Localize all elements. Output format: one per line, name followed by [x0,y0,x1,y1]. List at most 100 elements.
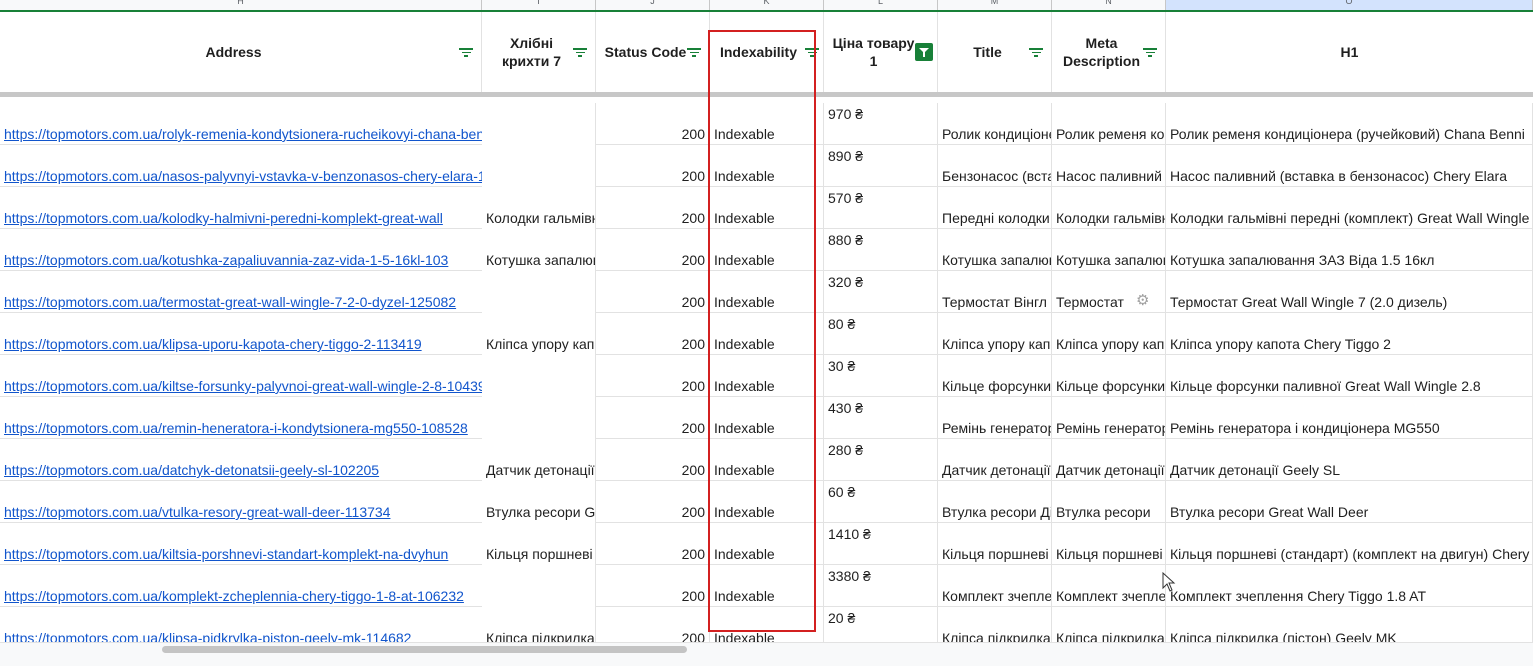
status-code-cell[interactable]: 200 [596,355,710,397]
breadcrumbs-cell[interactable] [482,103,596,145]
indexability-cell[interactable]: Indexable [710,607,824,642]
indexability-cell[interactable]: Indexable [710,523,824,565]
price-cell[interactable]: 30 ₴ [824,355,938,397]
column-letter-m[interactable]: M [938,0,1052,10]
h1-cell[interactable]: Насос паливний (вставка в бензонасос) Ch… [1166,145,1533,187]
address-cell-text[interactable]: https://topmotors.com.ua/kotushka-zapali… [4,252,448,268]
address-cell-text[interactable]: https://topmotors.com.ua/nasos-palyvnyi-… [4,168,525,184]
column-letter-k[interactable]: K [710,0,824,10]
address-cell-text[interactable]: https://topmotors.com.ua/remin-henerator… [4,420,468,436]
title-cell[interactable]: Котушка запалювання [938,229,1052,271]
h1-cell[interactable]: Кліпса підкрилка (пістон) Geely MK [1166,607,1533,642]
filter-icon[interactable] [573,48,587,57]
h1-cell[interactable]: Котушка запалювання ЗАЗ Віда 1.5 16кл [1166,229,1533,271]
title-cell[interactable]: Термостат Вінгл [938,271,1052,313]
title-cell[interactable]: Бензонасос (вставка) [938,145,1052,187]
horizontal-scrollbar[interactable] [0,642,1533,666]
h1-cell[interactable]: Кліпса упору капота Chery Tiggo 2 [1166,313,1533,355]
indexability-cell[interactable]: Indexable [710,481,824,523]
meta-description-cell[interactable]: Кільце форсунки [1052,355,1166,397]
price-cell[interactable]: 320 ₴ [824,271,938,313]
status-code-cell[interactable]: 200 [596,607,710,642]
indexability-cell[interactable]: Indexable [710,187,824,229]
breadcrumbs-cell[interactable] [482,271,596,313]
breadcrumbs-cell[interactable] [482,145,596,187]
address-cell-text[interactable]: https://topmotors.com.ua/kiltse-forsunky… [4,378,493,394]
column-letter-o[interactable]: O [1166,0,1533,10]
meta-description-cell[interactable]: Кліпса упору капота [1052,313,1166,355]
address-cell-text[interactable]: https://topmotors.com.ua/termostat-great… [4,294,456,310]
h1-cell[interactable]: Втулка ресори Great Wall Deer [1166,481,1533,523]
title-cell[interactable]: Ремінь генератора [938,397,1052,439]
price-cell[interactable]: 880 ₴ [824,229,938,271]
price-cell[interactable]: 20 ₴ [824,607,938,642]
header-indexability[interactable]: Indexability [710,12,824,92]
breadcrumbs-cell[interactable] [482,355,596,397]
indexability-cell[interactable]: Indexable [710,103,824,145]
header-meta-description[interactable]: Meta Description [1052,12,1166,92]
meta-description-cell[interactable]: Ремінь генератора [1052,397,1166,439]
indexability-cell[interactable]: Indexable [710,565,824,607]
h1-cell[interactable]: Датчик детонації Geely SL [1166,439,1533,481]
h1-cell[interactable]: Кільця поршневі (стандарт) (комплект на … [1166,523,1533,565]
title-cell[interactable]: Кільце форсунки [938,355,1052,397]
address-cell-text[interactable]: https://topmotors.com.ua/vtulka-resory-g… [4,504,390,520]
status-code-cell[interactable]: 200 [596,145,710,187]
meta-description-cell[interactable]: Ролик ременя кондиціонера [1052,103,1166,145]
column-letter-j[interactable]: J [596,0,710,10]
breadcrumbs-cell[interactable]: Колодки гальмівні [482,187,596,229]
indexability-cell[interactable]: Indexable [710,397,824,439]
status-code-cell[interactable]: 200 [596,271,710,313]
status-code-cell[interactable]: 200 [596,481,710,523]
meta-description-cell[interactable]: Втулка ресори [1052,481,1166,523]
h1-cell[interactable]: Комплект зчеплення Chery Tiggo 1.8 AT [1166,565,1533,607]
meta-description-cell[interactable]: Колодки гальмівні [1052,187,1166,229]
breadcrumbs-cell[interactable]: Втулка ресори Great [482,481,596,523]
title-cell[interactable]: Кліпса упору капота [938,313,1052,355]
price-cell[interactable]: 280 ₴ [824,439,938,481]
title-cell[interactable]: Кліпса підкрилка [938,607,1052,642]
price-cell[interactable]: 430 ₴ [824,397,938,439]
status-code-cell[interactable]: 200 [596,439,710,481]
address-cell-text[interactable]: https://topmotors.com.ua/rolyk-remenia-k… [4,126,551,142]
breadcrumbs-cell[interactable]: Кільця поршневі [482,523,596,565]
breadcrumbs-cell[interactable]: Кліпса упору капота [482,313,596,355]
meta-description-cell[interactable]: Насос паливний [1052,145,1166,187]
price-cell[interactable]: 570 ₴ [824,187,938,229]
price-cell[interactable]: 1410 ₴ [824,523,938,565]
indexability-cell[interactable]: Indexable [710,145,824,187]
status-code-cell[interactable]: 200 [596,565,710,607]
address-cell-text[interactable]: https://topmotors.com.ua/kiltsia-porshne… [4,546,448,562]
filter-icon[interactable] [805,48,819,57]
header-status-code[interactable]: Status Code [596,12,710,92]
address-cell-text[interactable]: https://topmotors.com.ua/komplekt-zchepl… [4,588,464,604]
status-code-cell[interactable]: 200 [596,229,710,271]
column-letter-h[interactable]: H [0,0,482,10]
breadcrumbs-cell[interactable]: Кліпса підкрилка [482,607,596,642]
indexability-cell[interactable]: Indexable [710,313,824,355]
header-price[interactable]: Ціна товару 1 [824,12,938,92]
status-code-cell[interactable]: 200 [596,103,710,145]
h1-cell[interactable]: Колодки гальмівні передні (комплект) Gre… [1166,187,1533,229]
active-filter-icon[interactable] [915,43,933,61]
meta-description-cell[interactable]: Датчик детонації [1052,439,1166,481]
meta-description-cell[interactable]: Комплект зчеплення [1052,565,1166,607]
filter-icon[interactable] [687,48,701,57]
indexability-cell[interactable]: Indexable [710,355,824,397]
column-letter-l[interactable]: L [824,0,938,10]
column-letter-n[interactable]: N [1052,0,1166,10]
breadcrumbs-cell[interactable]: Котушка запалювання [482,229,596,271]
price-cell[interactable]: 970 ₴ [824,103,938,145]
h1-cell[interactable]: Ролик ременя кондиціонера (ручейковий) C… [1166,103,1533,145]
title-cell[interactable]: Датчик детонації [938,439,1052,481]
status-code-cell[interactable]: 200 [596,187,710,229]
status-code-cell[interactable]: 200 [596,313,710,355]
title-cell[interactable]: Втулка ресори Дір [938,481,1052,523]
filter-icon[interactable] [1143,48,1157,57]
price-cell[interactable]: 3380 ₴ [824,565,938,607]
filter-icon[interactable] [1029,48,1043,57]
meta-description-cell[interactable]: Котушка запалювання [1052,229,1166,271]
header-title[interactable]: Title [938,12,1052,92]
indexability-cell[interactable]: Indexable [710,271,824,313]
title-cell[interactable]: Кільця поршневі [938,523,1052,565]
